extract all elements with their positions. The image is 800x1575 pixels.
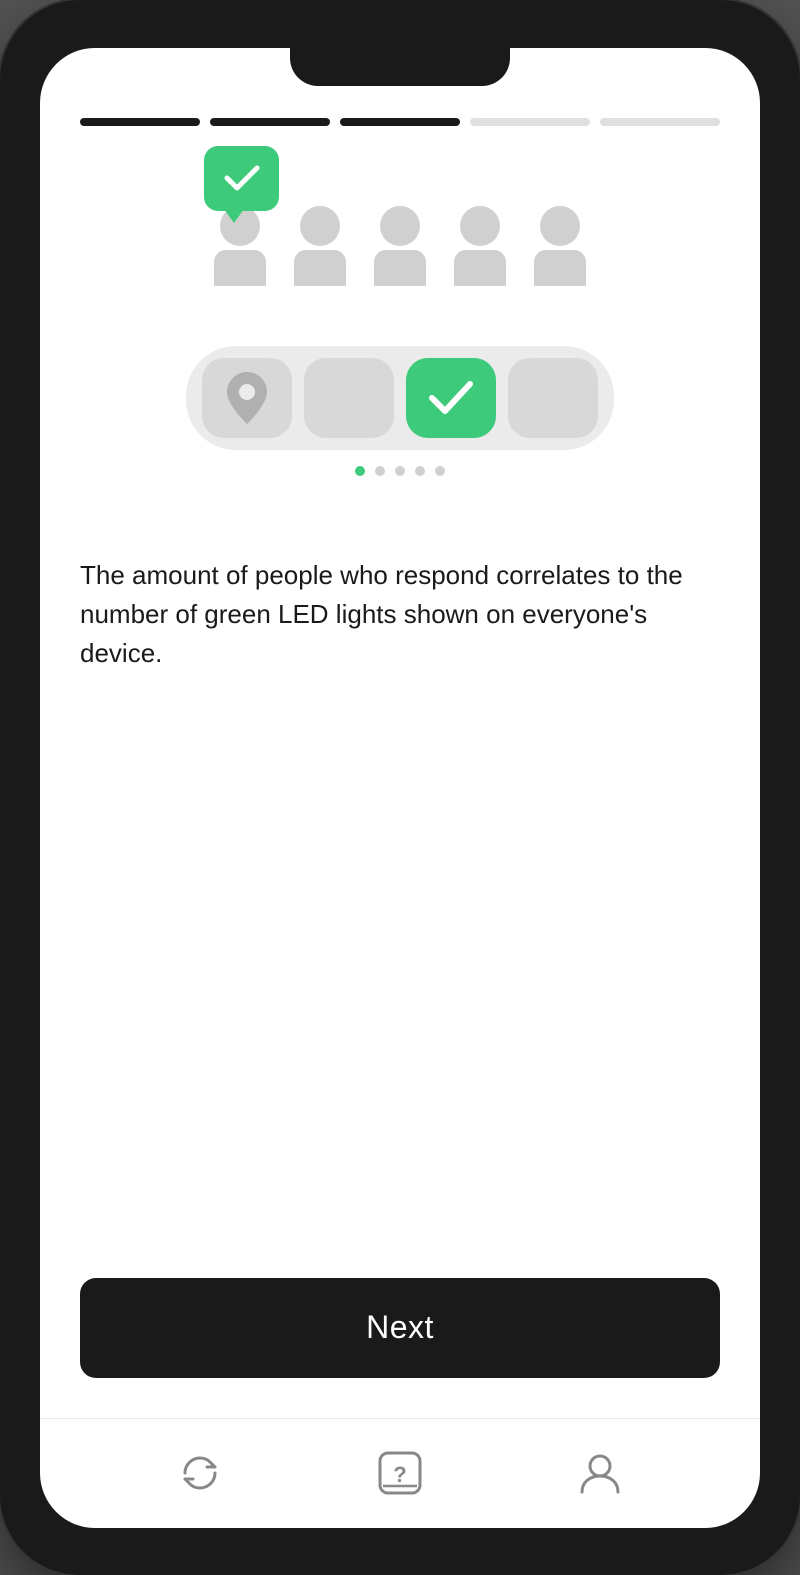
main-content: The amount of people who respond correla… <box>40 146 760 1258</box>
dot-5 <box>435 466 445 476</box>
person-2 <box>294 206 346 286</box>
card-blank-2[interactable] <box>508 358 598 438</box>
refresh-icon <box>179 1452 221 1494</box>
description-text: The amount of people who respond correla… <box>80 556 720 673</box>
progress-segment-2 <box>210 118 330 126</box>
phone-frame: The amount of people who respond correla… <box>0 0 800 1575</box>
person-head <box>540 206 580 246</box>
dot-2 <box>375 466 385 476</box>
person-body <box>214 250 266 286</box>
person-3 <box>374 206 426 286</box>
person-body <box>374 250 426 286</box>
people-illustration <box>214 206 586 286</box>
card-selector[interactable] <box>186 346 614 450</box>
person-head <box>460 206 500 246</box>
refresh-nav-item[interactable] <box>174 1447 226 1499</box>
progress-segment-4 <box>470 118 590 126</box>
dot-3 <box>395 466 405 476</box>
checkmark-icon <box>224 164 260 192</box>
check-bubble <box>204 146 279 211</box>
person-body <box>534 250 586 286</box>
person-body <box>454 250 506 286</box>
dots-indicator <box>355 466 445 476</box>
help-icon: ? <box>377 1450 423 1496</box>
check-icon <box>429 381 473 415</box>
notch <box>290 48 510 86</box>
card-check-active[interactable] <box>406 358 496 438</box>
person-body <box>294 250 346 286</box>
phone-screen: The amount of people who respond correla… <box>40 48 760 1528</box>
progress-segment-3 <box>340 118 460 126</box>
next-button-container: Next <box>40 1258 760 1418</box>
location-pin-icon <box>227 372 267 424</box>
person-4 <box>454 206 506 286</box>
dot-1 <box>355 466 365 476</box>
bottom-nav: ? <box>40 1418 760 1528</box>
person-head <box>300 206 340 246</box>
profile-nav-item[interactable] <box>574 1447 626 1499</box>
card-location[interactable] <box>202 358 292 438</box>
svg-text:?: ? <box>393 1462 406 1487</box>
progress-segment-5 <box>600 118 720 126</box>
progress-segment-1 <box>80 118 200 126</box>
next-button[interactable]: Next <box>80 1278 720 1378</box>
person-5 <box>534 206 586 286</box>
person-head <box>380 206 420 246</box>
card-blank-1[interactable] <box>304 358 394 438</box>
dot-4 <box>415 466 425 476</box>
profile-icon <box>577 1450 623 1496</box>
help-nav-item[interactable]: ? <box>374 1447 426 1499</box>
